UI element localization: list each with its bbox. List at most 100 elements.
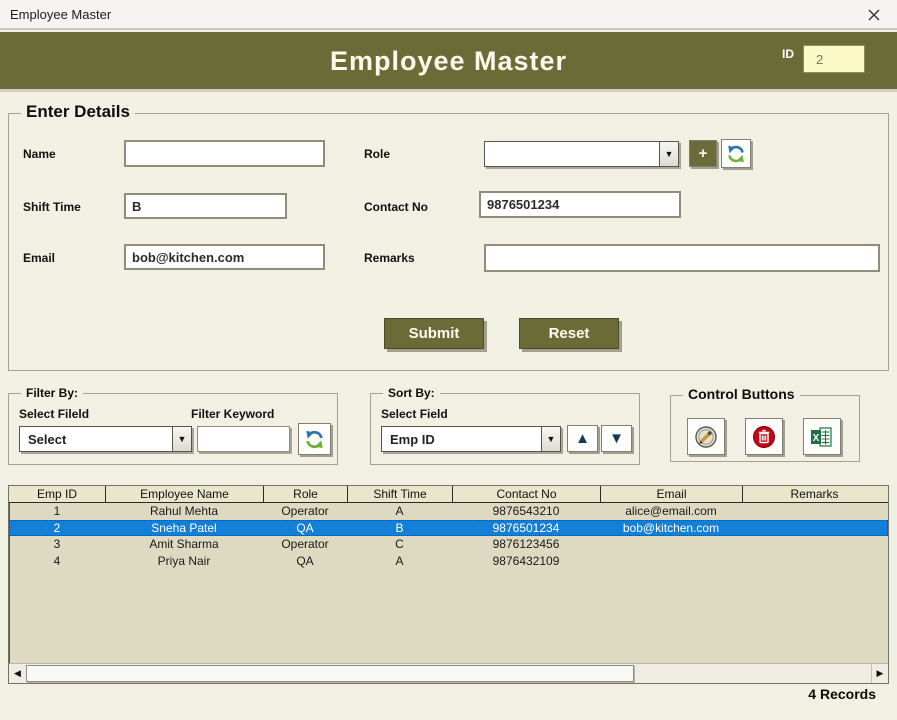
table-row[interactable]: 3Amit SharmaOperatorC9876123456 — [9, 536, 888, 553]
sort-ascending-button[interactable]: ▲ — [567, 425, 598, 452]
sort-dropdown-button[interactable]: ▼ — [541, 427, 560, 451]
filter-field-label: Select Fileld — [19, 407, 89, 421]
remarks-input[interactable] — [484, 244, 880, 272]
page-title: Employee Master — [0, 46, 897, 77]
sort-field-label: Select Field — [381, 407, 448, 421]
add-role-button[interactable]: + — [689, 140, 717, 167]
table-row[interactable]: 1Rahul MehtaOperatorA9876543210alice@ema… — [9, 503, 888, 520]
enter-details-title: Enter Details — [21, 102, 135, 122]
employee-master-window: Employee Master Employee Master ID 2 Ent… — [0, 0, 897, 720]
table-cell: 1 — [9, 503, 105, 520]
table-cell: QA — [263, 520, 347, 537]
sort-field-combobox[interactable]: Emp ID ▼ — [381, 426, 561, 452]
export-excel-button[interactable]: X — [803, 418, 841, 455]
submit-button[interactable]: Submit — [384, 318, 484, 349]
header-band: Employee Master ID 2 — [0, 32, 897, 92]
table-header-cell: Remarks — [742, 486, 886, 502]
table-cell: Priya Nair — [105, 553, 263, 570]
table-header: Emp IDEmployee NameRoleShift TimeContact… — [9, 486, 888, 503]
table-row[interactable]: 2Sneha PatelQAB9876501234bob@kitchen.com — [9, 520, 888, 537]
filter-by-title: Filter By: — [21, 386, 83, 400]
table-row[interactable]: 4Priya NairQAA9876432109 — [9, 553, 888, 570]
table-cell: 9876501234 — [452, 520, 600, 537]
id-field[interactable]: 2 — [803, 45, 865, 73]
table-header-cell: Contact No — [452, 486, 600, 502]
refresh-icon — [726, 144, 746, 164]
employee-table[interactable]: Emp IDEmployee NameRoleShift TimeContact… — [8, 485, 889, 684]
table-cell: Sneha Patel — [105, 520, 263, 537]
filter-keyword-input[interactable] — [197, 426, 290, 452]
edit-button[interactable] — [687, 418, 725, 455]
edit-pencil-icon — [694, 425, 718, 449]
control-buttons-title: Control Buttons — [683, 386, 800, 402]
close-button[interactable] — [861, 3, 887, 27]
email-input[interactable] — [124, 244, 325, 270]
table-cell: A — [347, 503, 452, 520]
role-combobox[interactable]: ▼ — [484, 141, 679, 167]
svg-text:X: X — [813, 433, 820, 444]
table-cell: 9876123456 — [452, 536, 600, 553]
table-cell — [600, 553, 742, 570]
apply-filter-button[interactable] — [298, 423, 331, 455]
table-cell: Operator — [263, 536, 347, 553]
table-cell — [742, 536, 886, 553]
window-title: Employee Master — [10, 7, 111, 22]
refresh-icon — [304, 429, 325, 450]
table-header-cell: Employee Name — [105, 486, 263, 502]
close-icon — [867, 8, 881, 22]
shift-time-input[interactable] — [124, 193, 287, 219]
filter-field-combobox[interactable]: Select ▼ — [19, 426, 192, 452]
role-dropdown-button[interactable]: ▼ — [659, 142, 678, 166]
plus-icon: + — [699, 145, 708, 162]
table-cell: Rahul Mehta — [105, 503, 263, 520]
contact-no-label: Contact No — [364, 200, 428, 214]
id-label: ID — [782, 47, 794, 61]
title-bar: Employee Master — [0, 0, 897, 30]
refresh-role-button[interactable] — [721, 139, 751, 168]
role-label: Role — [364, 147, 390, 161]
name-label: Name — [23, 147, 56, 161]
sort-by-frame: Sort By: Select Field Emp ID ▼ ▲ ▼ — [370, 393, 640, 465]
table-cell: QA — [263, 553, 347, 570]
table-cell — [742, 520, 886, 537]
table-cell: 4 — [9, 553, 105, 570]
table-cell: 9876543210 — [452, 503, 600, 520]
sort-up-icon: ▲ — [575, 431, 590, 446]
table-cell: C — [347, 536, 452, 553]
table-header-cell: Emp ID — [9, 486, 105, 502]
table-header-cell: Role — [263, 486, 347, 502]
scroll-left-button[interactable]: ◀ — [9, 664, 26, 683]
table-cell: A — [347, 553, 452, 570]
filter-by-frame: Filter By: Select Fileld Filter Keyword … — [8, 393, 338, 465]
table-cell: B — [347, 520, 452, 537]
table-cell: Operator — [263, 503, 347, 520]
reset-button[interactable]: Reset — [519, 318, 619, 349]
table-cell: 2 — [9, 520, 105, 537]
chevron-down-icon: ▼ — [547, 434, 556, 444]
chevron-down-icon: ▼ — [665, 149, 674, 159]
table-cell: bob@kitchen.com — [600, 520, 742, 537]
record-count: 4 Records — [808, 686, 876, 702]
excel-icon: X — [809, 425, 835, 449]
horizontal-scrollbar[interactable]: ◀ ▶ — [9, 663, 888, 683]
table-body: 1Rahul MehtaOperatorA9876543210alice@ema… — [9, 503, 888, 569]
sort-by-title: Sort By: — [383, 386, 440, 400]
table-cell — [742, 503, 886, 520]
scroll-right-button[interactable]: ▶ — [871, 664, 888, 683]
shift-time-label: Shift Time — [23, 200, 81, 214]
delete-trash-icon — [752, 425, 776, 449]
table-cell — [600, 536, 742, 553]
name-input[interactable] — [124, 140, 325, 167]
sort-field-value: Emp ID — [382, 427, 541, 451]
scrollbar-thumb[interactable] — [26, 665, 634, 682]
table-cell: Amit Sharma — [105, 536, 263, 553]
contact-no-input[interactable] — [479, 191, 681, 218]
filter-keyword-label: Filter Keyword — [191, 407, 274, 421]
sort-descending-button[interactable]: ▼ — [601, 425, 632, 452]
filter-field-value: Select — [20, 427, 172, 451]
remarks-label: Remarks — [364, 251, 415, 265]
filter-dropdown-button[interactable]: ▼ — [172, 427, 191, 451]
table-cell: 3 — [9, 536, 105, 553]
delete-button[interactable] — [745, 418, 783, 455]
table-header-cell: Shift Time — [347, 486, 452, 502]
